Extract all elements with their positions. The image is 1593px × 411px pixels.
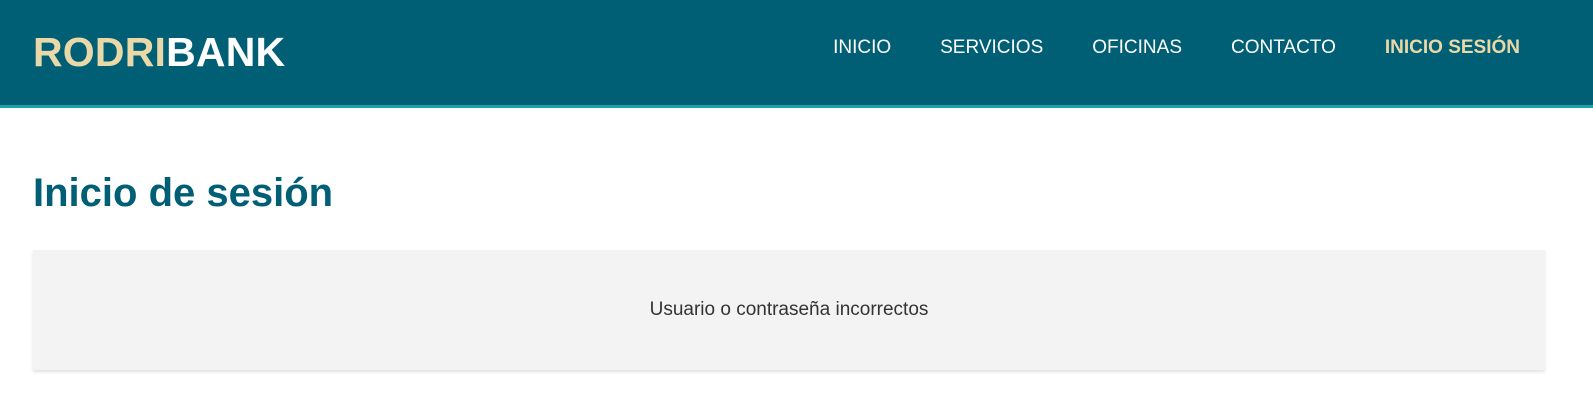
nav-item-oficinas[interactable]: OFICINAS: [1092, 37, 1182, 69]
logo-part-2: BANK: [166, 29, 286, 75]
logo[interactable]: RODRIBANK: [33, 30, 285, 74]
site-header: RODRIBANK INICIO SERVICIOS OFICINAS CONT…: [0, 0, 1593, 108]
error-message: Usuario o contraseña incorrectos: [649, 299, 929, 320]
page-title: Inicio de sesión: [33, 171, 334, 215]
main-nav: INICIO SERVICIOS OFICINAS CONTACTO INICI…: [784, 0, 1520, 105]
error-message-box: Usuario o contraseña incorrectos: [33, 250, 1545, 370]
nav-item-inicio-sesion[interactable]: INICIO SESIÓN: [1385, 37, 1520, 69]
nav-item-contacto[interactable]: CONTACTO: [1231, 37, 1336, 69]
nav-item-inicio[interactable]: INICIO: [833, 37, 891, 69]
logo-part-1: RODRI: [33, 29, 167, 75]
nav-item-servicios[interactable]: SERVICIOS: [940, 37, 1043, 69]
